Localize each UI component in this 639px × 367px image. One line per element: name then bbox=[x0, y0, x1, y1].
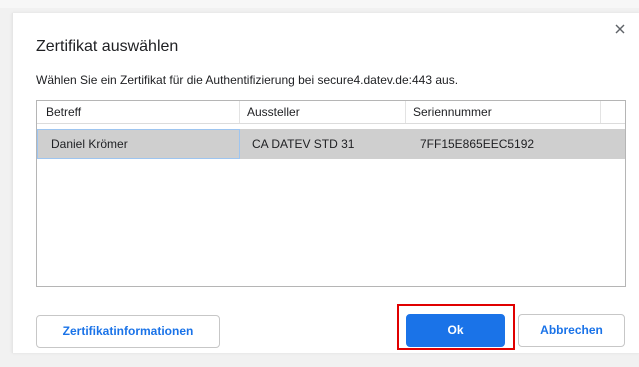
column-header-serial[interactable]: Seriennummer bbox=[406, 101, 601, 123]
ok-button[interactable]: Ok bbox=[406, 314, 505, 347]
page-backdrop bbox=[0, 0, 639, 8]
table-header: Betreff Aussteller Seriennummer bbox=[37, 101, 625, 124]
column-header-issuer[interactable]: Aussteller bbox=[240, 101, 406, 123]
cancel-button[interactable]: Abbrechen bbox=[518, 314, 625, 347]
certificate-dialog: Zertifikat auswählen Wählen Sie ein Zert… bbox=[12, 13, 639, 353]
dialog-subtitle: Wählen Sie ein Zertifikat für die Authen… bbox=[36, 73, 459, 87]
certificate-info-button[interactable]: Zertifikatinformationen bbox=[36, 315, 220, 348]
cell-subject: Daniel Krömer bbox=[37, 129, 240, 159]
dialog-title: Zertifikat auswählen bbox=[36, 38, 179, 55]
cell-serial: 7FF15E865EEC5192 bbox=[420, 137, 535, 151]
cell-issuer: CA DATEV STD 31 bbox=[252, 137, 355, 151]
table-row[interactable]: Daniel Krömer CA DATEV STD 31 7FF15E865E… bbox=[37, 129, 625, 159]
close-button[interactable] bbox=[612, 21, 628, 37]
close-icon bbox=[615, 24, 625, 34]
certificate-table: Betreff Aussteller Seriennummer Daniel K… bbox=[36, 100, 626, 287]
column-header-subject[interactable]: Betreff bbox=[37, 101, 240, 123]
